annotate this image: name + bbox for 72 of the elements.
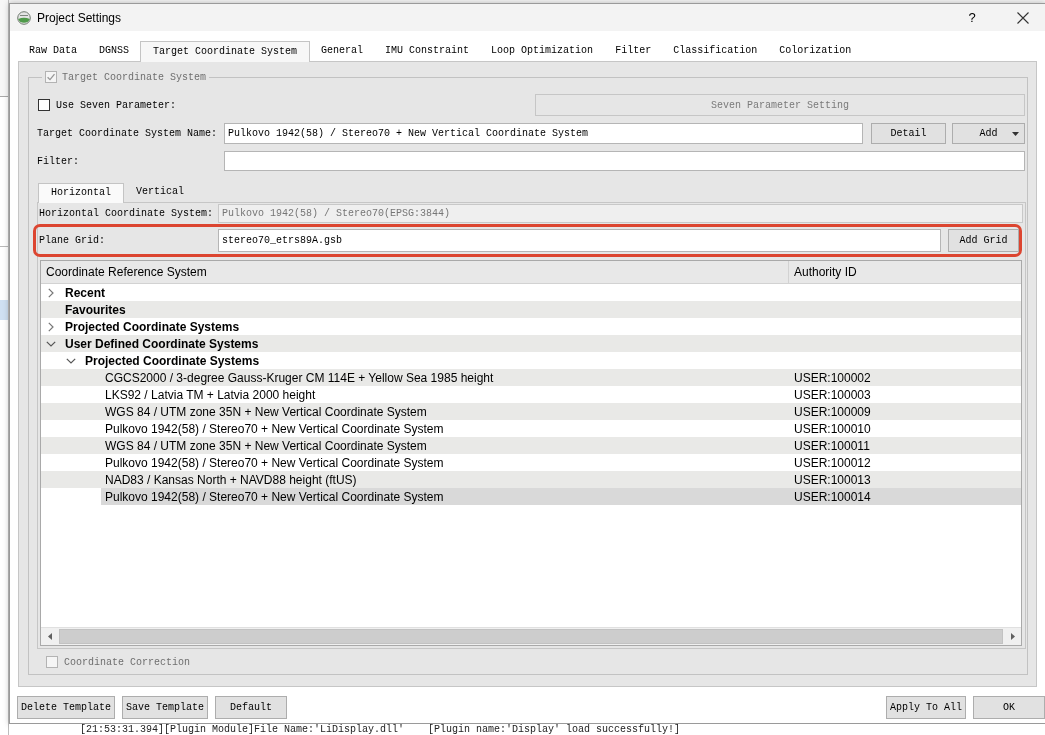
tree-row[interactable]: NAD83 / Kansas North + NAVD88 height (ftUS) USER:100013	[41, 471, 1021, 488]
scroll-right-icon[interactable]	[1010, 633, 1015, 640]
scrollbar-thumb[interactable]	[59, 629, 1003, 644]
authority-id-cell-text: USER:100013	[793, 471, 872, 488]
dropdown-button[interactable]: Add	[952, 123, 1025, 144]
tab[interactable]: Target Coordinate System	[140, 41, 311, 62]
crs-name-cell-text: Pulkovo 1942(58) / Stereo70 + New Vertical Coordinate System	[104, 454, 445, 471]
crs-name-cell-text: Pulkovo 1942(58) / Stereo70 + New Vertical Coordinate System	[104, 488, 445, 505]
field-label: Target Coordinate System Name:	[37, 128, 219, 139]
crs-name-cell-text: Pulkovo 1942(58) / Stereo70 + New Vertical Coordinate System	[104, 420, 445, 437]
caret-down-icon	[1012, 132, 1019, 136]
footer-button[interactable]: Delete Template	[17, 696, 115, 719]
chevron-down-icon[interactable]	[46, 340, 56, 347]
footer-button[interactable]: Default	[215, 696, 288, 719]
tab[interactable]: Raw Data	[18, 41, 88, 61]
field-label: Filter:	[37, 155, 80, 167]
authority-id-cell-text: USER:100012	[793, 454, 872, 471]
tree-row[interactable]: User Defined Coordinate Systems	[41, 335, 1021, 352]
checkbox-label: Coordinate Correction	[64, 656, 191, 668]
field-label: Horizontal Coordinate System:	[39, 208, 215, 219]
horizontal-scrollbar[interactable]	[41, 627, 1021, 645]
tree-row[interactable]: CGCS2000 / 3-degree Gauss-Kruger CM 114E + Yellow Sea 1985 height USER:100002	[41, 369, 1021, 386]
authority-id-cell-text: USER:100010	[793, 420, 872, 437]
footer-button[interactable]: Save Template	[122, 696, 209, 719]
authority-id-cell-text: USER:100014	[793, 488, 872, 505]
tree-folder-label: Recent	[64, 284, 105, 301]
authority-id-cell-text: USER:100011	[793, 437, 871, 454]
crs-name-cell-text: LKS92 / Latvia TM + Latvia 2000 height	[104, 386, 317, 403]
checkbox[interactable]	[38, 99, 50, 111]
tree-folder-label: Projected Coordinate Systems	[84, 352, 260, 369]
footer-button[interactable]: Apply To All	[886, 696, 966, 719]
group-title: Target Coordinate System	[62, 71, 207, 83]
tab[interactable]: General	[310, 41, 375, 61]
app-logo-icon	[17, 10, 31, 25]
authority-id-cell-text: USER:100009	[793, 403, 872, 420]
crs-name-cell-text: NAD83 / Kansas North + NAVD88 height (ftUS)	[104, 471, 358, 488]
crs-name-cell-text: CGCS2000 / 3-degree Gauss-Kruger CM 114E + Yellow Sea 1985 height	[104, 369, 495, 386]
chevron-right-icon[interactable]	[48, 321, 54, 332]
tree-row[interactable]: Favourites	[41, 301, 1021, 318]
add-grid-button[interactable]: Add Grid	[948, 229, 1019, 252]
checkbox-label: Use Seven Parameter:	[56, 99, 177, 111]
chevron-right-icon[interactable]	[48, 287, 54, 298]
help-button[interactable]: ?	[957, 4, 987, 31]
tree-folder-label: User Defined Coordinate Systems	[64, 335, 259, 352]
tab[interactable]: Classification	[662, 41, 769, 61]
tree-folder-label: Projected Coordinate Systems	[64, 318, 240, 335]
authority-id-cell-text: USER:100002	[793, 369, 872, 386]
column-header[interactable]: Authority ID	[789, 261, 1021, 284]
close-icon	[1017, 11, 1029, 24]
scroll-left-icon[interactable]	[47, 633, 52, 640]
detail-button[interactable]: Detail	[871, 123, 946, 144]
tab[interactable]: DGNSS	[88, 41, 141, 61]
tab[interactable]: Colorization	[768, 41, 863, 61]
field-label: Plane Grid:	[39, 235, 106, 246]
column-header[interactable]: Coordinate Reference System	[41, 261, 789, 284]
chevron-down-icon[interactable]	[66, 357, 76, 364]
tree-folder-label: Favourites	[64, 301, 126, 318]
tree-row[interactable]: WGS 84 / UTM zone 35N + New Vertical Coordinate System USER:100011	[41, 437, 1021, 454]
filter-field[interactable]	[224, 151, 1025, 171]
tree-row[interactable]: WGS 84 / UTM zone 35N + New Vertical Coordinate System USER:100009	[41, 403, 1021, 420]
authority-id-cell-text: USER:100003	[793, 386, 872, 403]
window-title: Project Settings	[37, 10, 123, 25]
crs-name-cell-text: WGS 84 / UTM zone 35N + New Vertical Coordinate System	[104, 437, 428, 454]
text-field[interactable]: stereo70_etrs89A.gsb	[218, 229, 941, 252]
crs-name-cell-text: WGS 84 / UTM zone 35N + New Vertical Coordinate System	[104, 403, 428, 420]
footer-button[interactable]: OK	[973, 696, 1045, 719]
tab[interactable]: Loop Optimization	[480, 41, 605, 61]
tab[interactable]: Filter	[604, 41, 663, 61]
tab[interactable]: Vertical	[124, 183, 197, 202]
tab[interactable]: Horizontal	[38, 183, 124, 203]
text-field[interactable]: Pulkovo 1942(58) / Stereo70 + New Vertical Coordinate System	[224, 123, 863, 144]
tab[interactable]: IMU Constraint	[374, 41, 481, 61]
